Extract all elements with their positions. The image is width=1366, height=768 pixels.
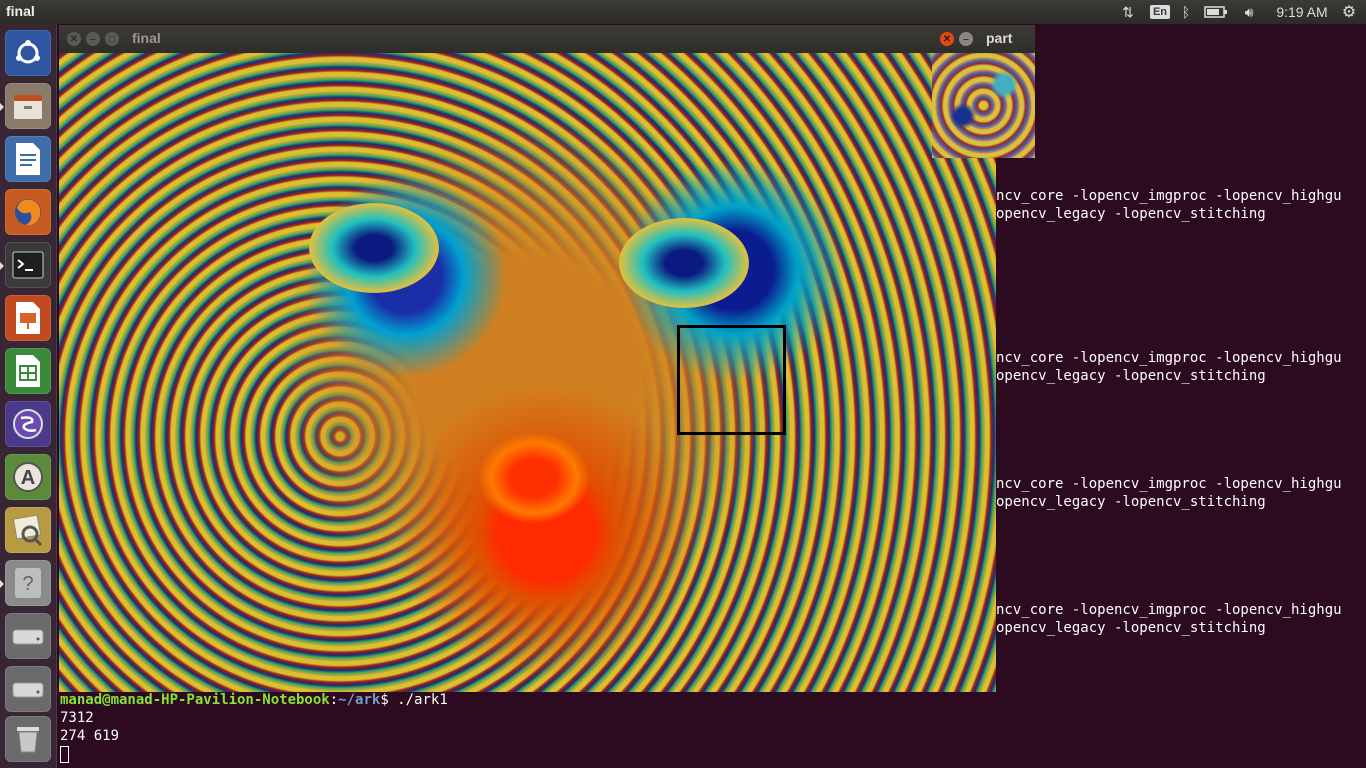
keyboard-icon[interactable]: En	[1149, 0, 1171, 24]
libreoffice-writer-icon[interactable]	[5, 136, 51, 182]
drive-icon[interactable]	[5, 666, 51, 712]
clock[interactable]: 9:19 AM	[1272, 0, 1332, 24]
image-viewer-icon[interactable]	[5, 507, 51, 553]
window-titlebar[interactable]: ✕ – part	[932, 25, 1035, 53]
terminal-line: opencv_legacy -lopencv_stitching	[996, 494, 1266, 510]
terminal-line: ncv_core -lopencv_imgproc -lopencv_highg…	[996, 188, 1342, 204]
minimize-icon[interactable]: –	[959, 32, 973, 46]
terminal-output: 274 619	[60, 728, 120, 744]
bluetooth-icon[interactable]: ᛒ	[1177, 0, 1195, 24]
libreoffice-impress-icon[interactable]	[5, 295, 51, 341]
battery-icon[interactable]	[1203, 0, 1229, 24]
selection-rectangle[interactable]	[677, 325, 786, 435]
prompt-symbol: $	[380, 692, 398, 708]
maximize-icon[interactable]: □	[105, 32, 119, 46]
window-title: final	[132, 30, 161, 46]
svg-text:A: A	[21, 467, 35, 489]
prompt-colon: :	[329, 692, 339, 708]
terminal-output: 7312	[60, 710, 94, 726]
terminal-line: opencv_legacy -lopencv_stitching	[996, 206, 1266, 222]
top-panel: final ⇅ En ᛒ 🔊︎ 9:19 AM ⚙	[0, 0, 1366, 24]
minimize-icon[interactable]: –	[86, 32, 100, 46]
terminal-line: opencv_legacy -lopencv_stitching	[996, 368, 1266, 384]
image-region	[479, 433, 589, 523]
close-icon[interactable]: ✕	[940, 32, 954, 46]
cropped-image-preview[interactable]	[932, 53, 1035, 158]
close-icon[interactable]: ✕	[67, 32, 81, 46]
terminal-cursor	[60, 746, 69, 763]
svg-text:?: ?	[22, 573, 33, 595]
terminal-line: ncv_core -lopencv_imgproc -lopencv_highg…	[996, 476, 1342, 492]
image-region	[619, 218, 749, 308]
emacs-icon[interactable]	[5, 401, 51, 447]
libreoffice-calc-icon[interactable]	[5, 348, 51, 394]
prompt-user: manad@manad-HP-Pavilion-Notebook	[60, 692, 330, 708]
files-icon[interactable]	[0, 83, 51, 129]
psychedelic-cat-image[interactable]	[59, 53, 996, 692]
part-window[interactable]: ✕ – part	[932, 25, 1035, 158]
terminal-command: ./ark1	[397, 692, 448, 708]
final-window[interactable]: ✕ – □ final	[59, 25, 996, 692]
software-center-icon[interactable]: A	[5, 454, 51, 500]
firefox-icon[interactable]	[5, 189, 51, 235]
network-icon[interactable]: ⇅	[1117, 0, 1139, 24]
gear-icon[interactable]: ⚙	[1338, 0, 1360, 24]
terminal-icon[interactable]	[0, 242, 51, 288]
keyboard-layout-label: En	[1149, 5, 1171, 19]
trash-icon[interactable]	[5, 716, 51, 762]
unknown-app-icon[interactable]: ?	[0, 560, 51, 606]
terminal-line: opencv_legacy -lopencv_stitching	[996, 620, 1266, 636]
volume-icon[interactable]: 🔊︎	[1237, 0, 1261, 24]
terminal-line: ncv_core -lopencv_imgproc -lopencv_highg…	[996, 350, 1342, 366]
drive-icon[interactable]	[5, 613, 51, 659]
window-title: part	[986, 30, 1013, 46]
window-titlebar[interactable]: ✕ – □ final	[59, 25, 996, 53]
active-app-title: final	[6, 3, 35, 19]
terminal-prompt-line: manad@manad-HP-Pavilion-Notebook:~/ark$ …	[60, 692, 448, 708]
image-region	[309, 203, 439, 293]
terminal-line: ncv_core -lopencv_imgproc -lopencv_highg…	[996, 602, 1342, 618]
prompt-path: ~/ark	[338, 692, 381, 708]
launcher: A ?	[0, 24, 57, 768]
ubuntu-dash-icon[interactable]	[5, 30, 51, 76]
